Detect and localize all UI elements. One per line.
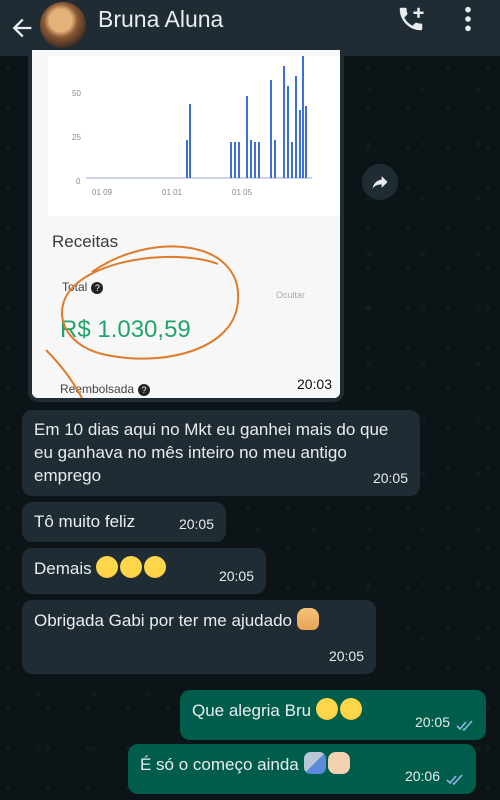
- emoji-group: [96, 556, 168, 578]
- receitas-heading: Receitas: [52, 232, 119, 251]
- contact-name[interactable]: Bruna Aluna: [98, 6, 223, 33]
- read-receipt-icon: [446, 774, 463, 786]
- y-tick-25: 25: [72, 133, 81, 142]
- message-bubble-incoming[interactable]: Tô muito feliz 20:05: [22, 502, 226, 542]
- forward-button[interactable]: [362, 164, 398, 200]
- message-text: É só o começo ainda: [140, 755, 299, 774]
- message-bubble-outgoing[interactable]: Que alegria Bru 20:05: [180, 690, 486, 740]
- y-tick-50: 50: [72, 89, 81, 98]
- read-receipt-icon: [456, 720, 473, 732]
- message-bubble-incoming[interactable]: Obrigada Gabi por ter me ajudado 20:05: [22, 600, 376, 674]
- message-text: Em 10 dias aqui no Mkt eu ganhei mais do…: [34, 420, 389, 485]
- sales-chart: 50 25 0 01 09 01 01 01 05: [48, 56, 340, 216]
- total-label-text: Total: [62, 280, 88, 294]
- message-text: Obrigada Gabi por ter me ajudado: [34, 611, 292, 630]
- rocket-emoji-icon: [303, 752, 326, 774]
- forward-icon: [372, 176, 388, 189]
- help-icon: ?: [91, 281, 104, 294]
- more-options-icon[interactable]: [458, 5, 478, 33]
- chat-header: Bruna Aluna: [0, 0, 500, 56]
- add-call-icon[interactable]: [396, 4, 426, 34]
- folded-hands-emoji-icon: [296, 608, 319, 630]
- reembolsada-label: Reembolsada?: [60, 382, 151, 396]
- message-time: 20:05: [218, 568, 254, 584]
- message-text: Demais: [34, 559, 92, 578]
- screenshot-image: 50 25 0 01 09 01 01 01 05 Receitas Total…: [32, 50, 340, 398]
- message-time: 20:06: [404, 768, 440, 784]
- ocultar-label: Ocultar: [276, 290, 306, 300]
- total-label: Total?: [62, 280, 104, 294]
- star-struck-emoji-icon: [315, 698, 338, 720]
- message-time: 20:05: [414, 714, 450, 730]
- avatar[interactable]: [40, 2, 86, 48]
- y-tick-0: 0: [76, 177, 81, 186]
- message-text: Tô muito feliz: [34, 512, 136, 531]
- reembolsada-text: Reembolsada: [60, 382, 135, 396]
- fist-emoji-icon: [327, 752, 350, 774]
- heart-eyes-emoji-icon: [120, 556, 143, 578]
- message-text: Que alegria Bru: [192, 701, 312, 720]
- x-tick-3: 01 05: [232, 188, 253, 197]
- star-struck-emoji-icon: [339, 698, 362, 720]
- message-time: 20:05: [372, 470, 408, 486]
- image-timestamp: 20:03: [296, 376, 332, 392]
- help-icon: ?: [138, 383, 151, 396]
- message-bubble-incoming[interactable]: Demais 20:05: [22, 548, 266, 594]
- message-bubble-outgoing[interactable]: É só o começo ainda 20:06: [128, 744, 476, 794]
- image-message[interactable]: 50 25 0 01 09 01 01 01 05 Receitas Total…: [28, 50, 344, 402]
- back-arrow-icon[interactable]: [8, 14, 36, 42]
- heart-eyes-emoji-icon: [96, 556, 119, 578]
- total-value: R$ 1.030,59: [60, 316, 191, 343]
- message-bubble-incoming[interactable]: Em 10 dias aqui no Mkt eu ganhei mais do…: [22, 410, 420, 496]
- heart-eyes-emoji-icon: [144, 556, 167, 578]
- message-time: 20:05: [178, 516, 214, 532]
- message-time: 20:05: [328, 648, 364, 664]
- x-tick-2: 01 01: [162, 188, 183, 197]
- x-tick-1: 01 09: [92, 188, 113, 197]
